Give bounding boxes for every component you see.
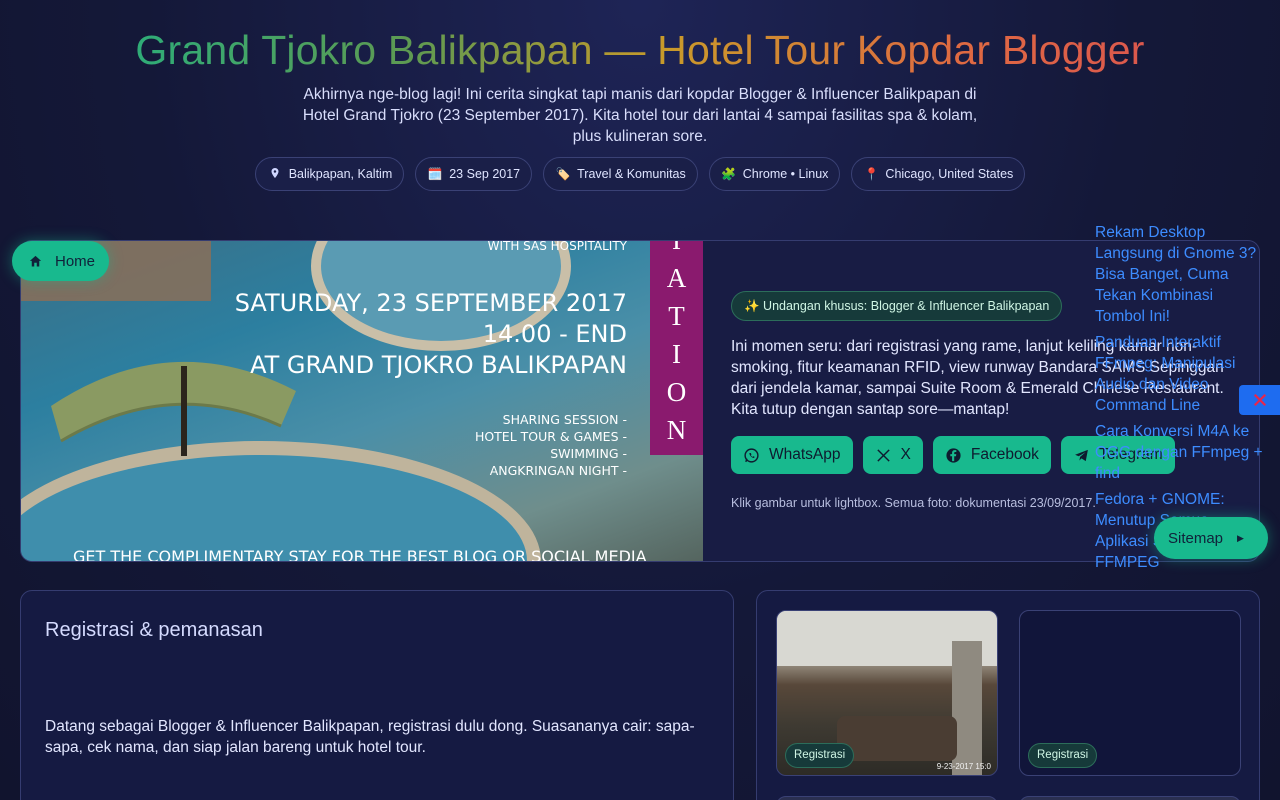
chip-date: 🗓️ 23 Sep 2017 <box>415 157 533 191</box>
gallery-photo[interactable]: 9-23-2017 15:0 Registrasi <box>776 610 998 776</box>
section-registration-card: Registrasi & pemanasan Datang sebagai Bl… <box>20 590 734 800</box>
event-agenda-item: ANGKRINGAN NIGHT - <box>489 463 627 478</box>
home-label: Home <box>55 252 96 270</box>
facebook-icon <box>946 447 961 463</box>
banner-letter: O <box>666 377 687 407</box>
home-icon <box>29 255 42 266</box>
related-post-link[interactable]: Cara Konversi M4A ke OGG dengan FFmpeg +… <box>1095 421 1265 484</box>
hero-card: WITH SAS HOSPITALITY SATURDAY, 23 SEPTEM… <box>20 240 1260 562</box>
chip-location-text: Balikpapan, Kaltim <box>288 167 393 181</box>
home-button[interactable]: Home <box>12 241 109 281</box>
share-whatsapp-button[interactable]: WhatsApp <box>731 436 853 474</box>
chip-visitor-location: 📍 Chicago, United States <box>851 157 1026 191</box>
page-intro: Akhirnya nge-blog lagi! Ini cerita singk… <box>302 86 978 145</box>
photo-timestamp: 9-23-2017 15:0 <box>936 762 991 771</box>
event-organizer: WITH SAS HOSPITALITY <box>487 241 627 253</box>
gallery-photo-next[interactable] <box>1019 796 1241 800</box>
chip-category: 🏷️ Travel & Komunitas <box>543 157 698 191</box>
chip-location: Balikpapan, Kaltim <box>254 157 405 191</box>
chip-visitor-location-text: Chicago, United States <box>885 167 1014 181</box>
event-agenda-item: SHARING SESSION - <box>502 412 627 427</box>
sitemap-label: Sitemap <box>1168 529 1224 547</box>
banner-letter: A <box>666 263 687 293</box>
caret-right-icon: ▶ <box>1237 532 1244 543</box>
share-facebook-label: Facebook <box>970 446 1039 463</box>
gallery-photo[interactable]: Registrasi <box>1019 610 1241 776</box>
share-x-label: X <box>900 446 911 463</box>
section-title: Registrasi & pemanasan <box>45 619 263 641</box>
event-bottom-line: GET THE COMPLIMENTARY STAY FOR THE BEST … <box>73 547 647 562</box>
banner-letter: I <box>672 339 681 369</box>
tag-icon: 🏷️ <box>555 167 571 181</box>
share-facebook-button[interactable]: Facebook <box>932 436 1051 474</box>
close-icon <box>1253 393 1266 407</box>
event-agenda-item: HOTEL TOUR & GAMES - <box>474 429 627 444</box>
telegram-icon <box>1075 449 1088 461</box>
meta-chips: Balikpapan, Kaltim 🗓️ 23 Sep 2017 🏷️ Tra… <box>0 157 1280 191</box>
event-venue: AT GRAND TJOKRO BALIKPAPAN <box>250 351 627 379</box>
event-agenda-item: SWIMMING - <box>550 446 627 461</box>
invite-badge: ✨ Undangan khusus: Blogger & Influencer … <box>731 291 1063 321</box>
location-pin-icon: 📍 <box>863 167 879 181</box>
photo-tag: Registrasi <box>785 743 855 768</box>
section-body: Datang sebagai Blogger & Influencer Bali… <box>45 718 695 756</box>
chip-platform: 🧩 Chrome • Linux <box>708 157 841 191</box>
puzzle-icon: 🧩 <box>721 167 737 181</box>
gallery-card: 9-23-2017 15:0 Registrasi Registrasi <box>756 590 1260 800</box>
hero-image[interactable]: WITH SAS HOSPITALITY SATURDAY, 23 SEPTEM… <box>21 241 703 562</box>
chip-date-text: 23 Sep 2017 <box>449 167 521 181</box>
sitemap-button[interactable]: Sitemap ▶ <box>1154 517 1268 559</box>
share-x-button[interactable]: X <box>862 436 923 474</box>
whatsapp-icon <box>744 447 759 463</box>
chip-category-text: Travel & Komunitas <box>577 167 686 181</box>
photo-crowd <box>837 716 957 761</box>
event-details: WITH SAS HOSPITALITY SATURDAY, 23 SEPTEM… <box>235 241 627 479</box>
map-pin-icon <box>267 166 283 183</box>
banner-letter: N <box>666 415 687 445</box>
photo-tag: Registrasi <box>1028 743 1098 768</box>
event-time: 14.00 - END <box>482 320 627 348</box>
x-icon <box>876 448 890 462</box>
related-post-link[interactable]: Rekam Desktop Langsung di Gnome 3? Bisa … <box>1095 222 1265 327</box>
chip-platform-text: Chrome • Linux <box>742 167 829 181</box>
banner-letter: T <box>668 301 685 331</box>
banner-letter: I <box>650 241 703 259</box>
calendar-icon: 🗓️ <box>427 167 443 181</box>
share-whatsapp-label: WhatsApp <box>769 446 841 463</box>
close-sidebar-button[interactable] <box>1239 385 1280 415</box>
event-date: SATURDAY, 23 SEPTEMBER 2017 <box>234 289 627 317</box>
invitation-banner: I A T I O N <box>650 241 703 455</box>
page-title: Grand Tjokro Balikpapan — Hotel Tour Kop… <box>0 27 1280 74</box>
gallery-photo-next[interactable] <box>776 796 998 800</box>
